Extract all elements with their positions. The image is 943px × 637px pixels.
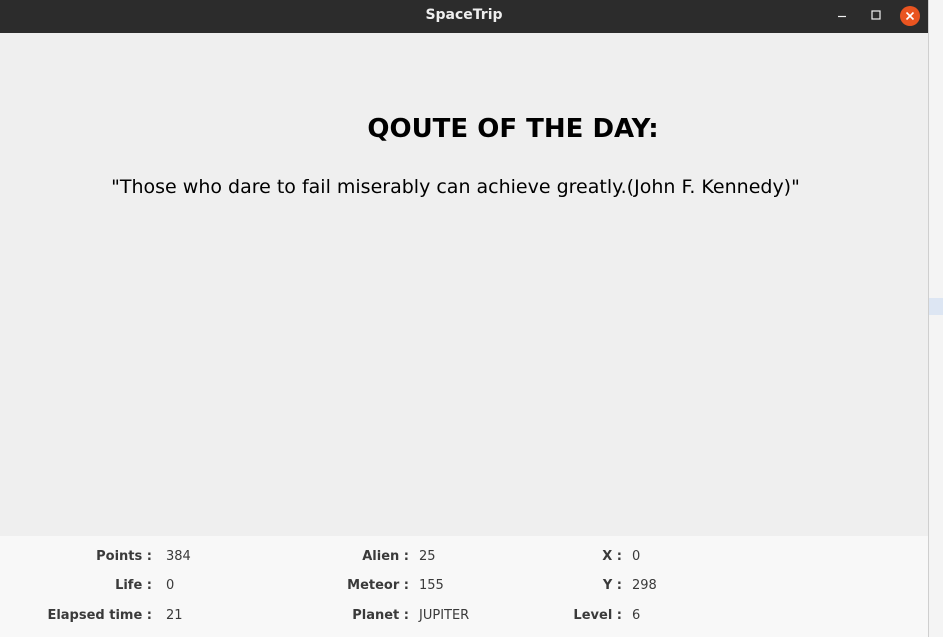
x-coordinate-value: 0: [632, 549, 641, 564]
close-icon: [905, 11, 915, 21]
points-value: 384: [166, 549, 191, 564]
background-window-highlight: [929, 298, 943, 315]
alien-value: 25: [419, 549, 436, 564]
planet-label: Planet :: [352, 608, 409, 623]
meteor-label: Meteor :: [347, 578, 409, 593]
maximize-icon: [871, 10, 881, 20]
life-label: Life :: [115, 578, 152, 593]
quote-heading: QOUTE OF THE DAY:: [367, 114, 659, 144]
window-title: SpaceTrip: [425, 7, 503, 23]
points-label: Points :: [96, 549, 152, 564]
maximize-button[interactable]: [866, 6, 886, 26]
alien-label: Alien :: [362, 549, 409, 564]
minimize-button[interactable]: [832, 6, 852, 26]
level-label: Level :: [573, 608, 622, 623]
y-coordinate-label: Y :: [602, 578, 622, 593]
planet-value: JUPITER: [419, 608, 470, 623]
elapsed-time-value: 21: [166, 608, 183, 623]
level-value: 6: [632, 608, 641, 623]
background-window-edge: [928, 0, 943, 637]
x-coordinate-label: X :: [602, 549, 622, 564]
meteor-value: 155: [419, 578, 444, 593]
y-coordinate-value: 298: [632, 578, 657, 593]
title-bar[interactable]: SpaceTrip: [0, 0, 928, 33]
life-value: 0: [166, 578, 175, 593]
minimize-icon: [838, 15, 846, 18]
close-button[interactable]: [900, 6, 920, 26]
quote-text: "Those who dare to fail miserably can ac…: [111, 176, 800, 198]
elapsed-time-label: Elapsed time :: [47, 608, 152, 623]
app-window: SpaceTrip QOUTE OF THE DAY: "Those who d…: [0, 0, 928, 637]
